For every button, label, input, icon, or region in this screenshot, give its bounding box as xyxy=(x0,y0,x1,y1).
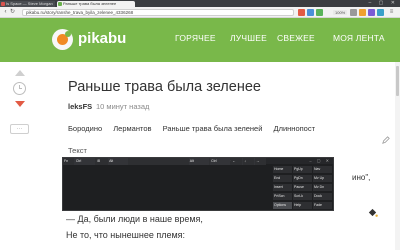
scrollbar-thumb[interactable] xyxy=(396,66,399,96)
story-text-label: Текст xyxy=(68,146,87,155)
tag-grass[interactable]: Раньше трава была зеленей xyxy=(163,124,263,133)
nav-hot[interactable]: ГОРЯЧЕЕ xyxy=(175,33,216,43)
zoom-badge[interactable]: 100% xyxy=(333,10,348,15)
keyboard-side-key[interactable]: PgUp xyxy=(293,166,312,173)
keyboard-side-key[interactable]: Dock xyxy=(313,193,332,200)
clock-icon xyxy=(13,82,26,95)
keyboard-key[interactable]: → xyxy=(255,158,266,165)
nav-my-feed[interactable]: МОЯ ЛЕНТА xyxy=(333,33,385,43)
keyboard-side-key[interactable]: Pause xyxy=(293,184,312,191)
url-input[interactable]: pikabu.ru/story/ranshe_trava_byila_zelen… xyxy=(22,9,294,16)
extension-icon[interactable] xyxy=(298,9,305,16)
keyboard-window-controls[interactable]: – ▢ ✕ xyxy=(309,158,331,164)
keyboard-key[interactable]: Alt xyxy=(108,158,129,165)
browser-tab-bar: Is Space — Steve Morgan Раньше трава был… xyxy=(0,0,400,7)
story-line-2: Не то, что нынешнее племя: xyxy=(66,230,186,240)
menu-icon[interactable]: ≡ xyxy=(388,9,395,16)
keyboard-side-key[interactable]: Nav xyxy=(313,166,332,173)
keyboard-side-key[interactable]: Home xyxy=(273,166,292,173)
extension-icon[interactable] xyxy=(368,9,375,16)
extension-icon[interactable] xyxy=(350,9,357,16)
window-controls[interactable]: – ▢ ✕ xyxy=(369,0,398,7)
keyboard-key[interactable]: Fn xyxy=(63,158,74,165)
downvote-icon[interactable] xyxy=(15,101,25,107)
extension-icon[interactable] xyxy=(359,9,366,16)
tab-label: Раньше трава была зеленее xyxy=(63,1,117,6)
keyboard-side-key[interactable]: Help xyxy=(293,202,312,209)
story-line-1: — Да, были люди в наше время, xyxy=(66,214,203,224)
keyboard-key[interactable]: ⊞ xyxy=(96,158,108,165)
keyboard-key[interactable]: Ctrl xyxy=(74,158,96,165)
reload-icon[interactable]: ↻ xyxy=(9,9,16,16)
keyboard-key-space[interactable] xyxy=(129,158,188,165)
pikabu-logo-icon[interactable] xyxy=(52,29,73,50)
upvote-icon[interactable] xyxy=(15,70,25,76)
keyboard-side-key[interactable]: PrtScn xyxy=(273,193,292,200)
pencil-icon[interactable] xyxy=(382,136,390,144)
keyboard-side-key[interactable]: PgDn xyxy=(293,175,312,182)
keyboard-side-key[interactable]: ScrLk xyxy=(293,193,312,200)
story-author[interactable]: leksFS xyxy=(68,102,92,112)
extension-icon[interactable] xyxy=(377,9,384,16)
keyboard-side-key[interactable]: Mv Dn xyxy=(313,184,332,191)
story-text-fragment: ино", xyxy=(352,173,371,182)
keyboard-side-key[interactable]: Insert xyxy=(273,184,292,191)
tag-longpost[interactable]: Длиннопост xyxy=(274,124,316,133)
tab-label: Is Space — Steve Morgan xyxy=(6,1,53,6)
extension-icon[interactable] xyxy=(307,9,314,16)
story-time: 10 минут назад xyxy=(96,102,150,111)
more-button[interactable]: ··· xyxy=(10,124,29,134)
tag-borodino[interactable]: Бородино xyxy=(68,124,102,133)
on-screen-keyboard[interactable]: Экранная клавиатура – ▢ ✕ Esc~1234567890… xyxy=(62,157,334,211)
keyboard-side-key[interactable]: Fade xyxy=(313,202,332,209)
keyboard-key[interactable]: ↓ xyxy=(243,158,255,165)
tag-lermontov[interactable]: Лермантов xyxy=(113,124,151,133)
keyboard-key[interactable]: ← xyxy=(231,158,243,165)
keyboard-side-key[interactable]: End xyxy=(273,175,292,182)
tag-list: Бородино Лермантов Раньше трава была зел… xyxy=(68,124,324,134)
keyboard-key[interactable]: Alt xyxy=(188,158,210,165)
keyboard-side-key[interactable]: Options xyxy=(273,202,292,209)
back-icon[interactable]: ‹ xyxy=(2,9,9,16)
keyboard-side-key[interactable]: Mv Up xyxy=(313,175,332,182)
keyboard-key[interactable]: Ctrl xyxy=(210,158,231,165)
tab-favicon-icon xyxy=(58,2,62,6)
tab-favicon-icon xyxy=(1,2,5,6)
paint-bucket-icon[interactable] xyxy=(367,207,378,218)
nav-best[interactable]: ЛУЧШЕЕ xyxy=(230,33,267,43)
story-title[interactable]: Раньше трава была зеленее xyxy=(68,78,261,96)
site-logo[interactable]: pikabu xyxy=(78,29,126,49)
extension-icon[interactable] xyxy=(316,9,323,16)
nav-new[interactable]: СВЕЖЕЕ xyxy=(277,33,315,43)
address-bar-row: ‹ ↻ pikabu.ru/story/ranshe_trava_byila_z… xyxy=(0,7,400,18)
